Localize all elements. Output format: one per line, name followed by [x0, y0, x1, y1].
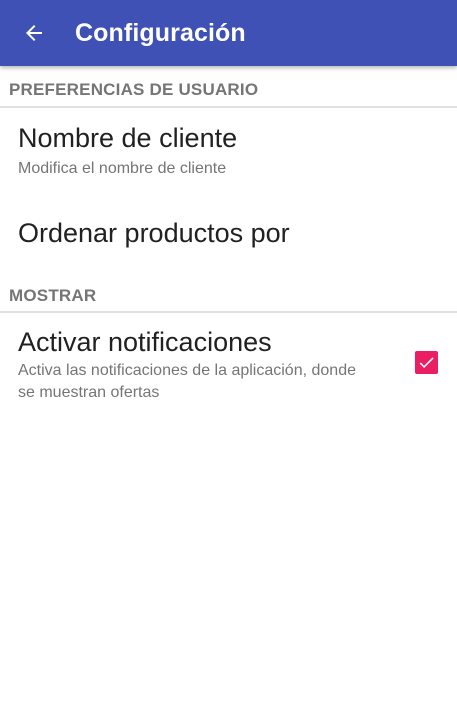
category-label: MOSTRAR [9, 286, 97, 305]
page-title: Configuración [75, 19, 246, 47]
app-bar: Configuración [0, 0, 457, 66]
check-icon [419, 357, 434, 369]
pref-title: Nombre de cliente [18, 123, 238, 153]
category-preferencias-de-usuario: PREFERENCIAS DE USUARIO [0, 68, 457, 108]
arrow-back-icon [26, 25, 42, 41]
pref-ordenar-productos-por[interactable]: Ordenar productos por [0, 198, 457, 274]
category-label: PREFERENCIAS DE USUARIO [9, 80, 259, 99]
pref-summary: se muestran ofertas [18, 384, 160, 401]
notifications-checkbox[interactable] [415, 351, 438, 374]
category-mostrar: MOSTRAR [0, 274, 457, 314]
pref-title: Ordenar productos por [18, 218, 290, 248]
pref-title: Activar notificaciones [18, 327, 272, 357]
pref-nombre-de-cliente[interactable]: Nombre de cliente Modifica el nombre de … [0, 108, 457, 198]
pref-summary: Activa las notificaciones de la aplicaci… [18, 362, 356, 379]
pref-activar-notificaciones[interactable]: Activar notificaciones Activa las notifi… [0, 313, 457, 413]
back-button[interactable] [14, 13, 54, 53]
pref-summary: Modifica el nombre de cliente [18, 160, 227, 177]
